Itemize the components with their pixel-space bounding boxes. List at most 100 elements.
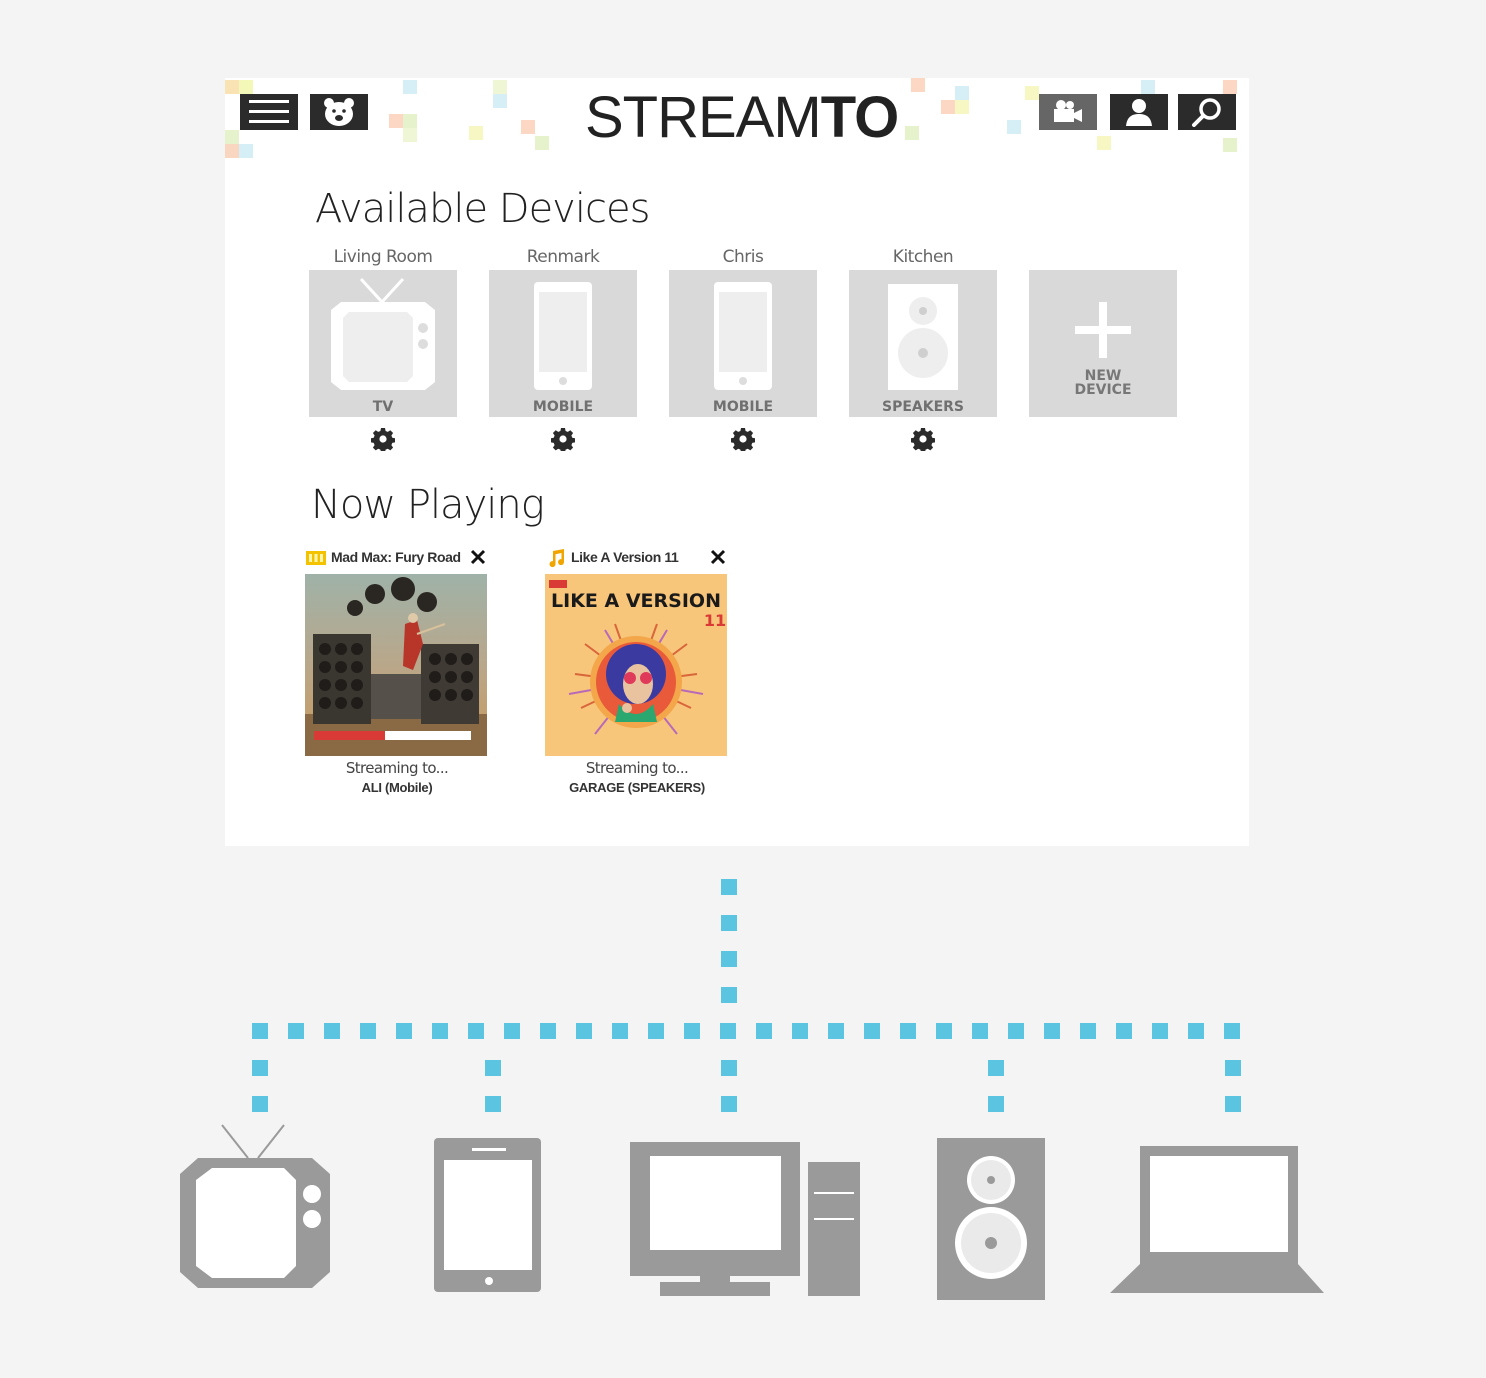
tv-icon	[331, 277, 435, 390]
connector-dot	[1080, 1023, 1096, 1039]
now-playing-title-text: Mad Max: Fury Road	[331, 549, 461, 565]
connector-dot	[988, 1096, 1004, 1112]
connector-dot	[540, 1023, 556, 1039]
music-note-icon	[549, 549, 565, 568]
gear-icon[interactable]	[551, 427, 575, 451]
connector-dot	[721, 1096, 737, 1112]
close-icon[interactable]	[707, 546, 729, 568]
device-type-label: SPEAKERS	[881, 399, 965, 415]
connector-dot	[828, 1023, 844, 1039]
connector-dot	[1188, 1023, 1204, 1039]
mad-max-poster[interactable]	[305, 574, 487, 756]
device-network-diagram	[180, 879, 1324, 1300]
device-tile-tv[interactable]: TV	[309, 270, 457, 417]
user-icon	[1126, 99, 1152, 126]
connector-dot	[576, 1023, 592, 1039]
connector-dot	[1116, 1023, 1132, 1039]
connector-dot	[1225, 1060, 1241, 1076]
connector-dot	[288, 1023, 304, 1039]
device-type-label: MOBILE	[712, 399, 774, 415]
streamto-app-window: STREAMTO Available Devices Living Room T…	[225, 78, 1249, 846]
tablet-icon	[434, 1138, 541, 1292]
device-living-room: Living Room TV	[309, 244, 457, 451]
film-icon	[306, 551, 326, 565]
device-name: Kitchen	[892, 247, 954, 267]
connector-dot	[936, 1023, 952, 1039]
now-playing-header: Mad Max: Fury Road	[305, 544, 489, 574]
connector-dot	[972, 1023, 988, 1039]
device-kitchen: Kitchen SPEAKERS	[849, 244, 997, 451]
search-icon	[1192, 98, 1221, 127]
streamto-logo: STREAMTO	[585, 85, 899, 150]
gear-icon[interactable]	[371, 427, 395, 451]
device-chris: Chris MOBILE	[669, 244, 817, 451]
connector-dot	[1152, 1023, 1168, 1039]
connector-dot	[1008, 1023, 1024, 1039]
connector-dot	[988, 1060, 1004, 1076]
new-device-label-line2: DEVICE	[1074, 382, 1132, 398]
connector-dot	[864, 1023, 880, 1039]
connector-dot	[1225, 1096, 1241, 1112]
laptop-icon	[1110, 1146, 1324, 1293]
video-camera-icon	[1054, 100, 1082, 122]
menu-icon	[249, 100, 289, 123]
new-device: NEW DEVICE	[1029, 244, 1177, 417]
connector-dot	[252, 1096, 268, 1112]
connector-dot	[721, 915, 737, 931]
new-device-label: NEW DEVICE	[1029, 369, 1177, 397]
streaming-target: ALI (Mobile)	[361, 780, 433, 795]
connector-dot	[756, 1023, 772, 1039]
profile-button[interactable]	[1110, 94, 1168, 130]
connector-dot	[720, 1023, 736, 1039]
album-art-number: 11	[704, 611, 726, 630]
gear-icon[interactable]	[731, 427, 755, 451]
device-name: Chris	[722, 247, 764, 267]
logo-light-text: STREAM	[585, 85, 822, 150]
gear-icon[interactable]	[911, 427, 935, 451]
streaming-to-label: Streaming to...	[345, 759, 449, 777]
like-a-version-album-art[interactable]: LIKE A VERSION 11	[545, 574, 727, 756]
connector-dot	[396, 1023, 412, 1039]
app-header: STREAMTO	[225, 78, 1249, 160]
desktop-computer-icon	[630, 1142, 860, 1296]
now-playing-header: Like A Version 11	[545, 544, 729, 574]
device-tile-mobile[interactable]: MOBILE	[489, 270, 637, 417]
playback-progress-fill	[314, 731, 385, 740]
connector-dot	[684, 1023, 700, 1039]
connector-dot	[360, 1023, 376, 1039]
playback-progress-bar[interactable]	[314, 731, 471, 740]
video-button[interactable]	[1039, 94, 1097, 130]
bear-button[interactable]	[310, 94, 368, 130]
connector-dot	[721, 987, 737, 1003]
connector-dot	[485, 1096, 501, 1112]
bear-icon	[324, 98, 354, 126]
connector-dot	[1224, 1023, 1240, 1039]
network-connector-dots	[252, 879, 1241, 1112]
connector-dot	[468, 1023, 484, 1039]
connector-dot	[721, 1060, 737, 1076]
device-tile-speakers[interactable]: SPEAKERS	[849, 270, 997, 417]
speaker-icon	[888, 284, 958, 390]
connector-dot	[485, 1060, 501, 1076]
device-tile-mobile[interactable]: MOBILE	[669, 270, 817, 417]
new-device-button[interactable]: NEW DEVICE	[1029, 270, 1177, 417]
connector-dot	[792, 1023, 808, 1039]
connector-dot	[1044, 1023, 1060, 1039]
connector-dot	[324, 1023, 340, 1039]
device-name: Living Room	[333, 247, 433, 267]
logo-bold-text: TO	[820, 85, 899, 150]
close-icon[interactable]	[467, 546, 489, 568]
menu-button[interactable]	[240, 94, 298, 130]
mobile-icon	[714, 282, 772, 390]
available-devices-title: Available Devices	[315, 186, 650, 232]
connector-dot	[504, 1023, 520, 1039]
device-type-label: TV	[372, 399, 394, 415]
streaming-target: GARAGE (SPEAKERS)	[569, 780, 705, 795]
connector-dot	[900, 1023, 916, 1039]
device-type-label: MOBILE	[532, 399, 594, 415]
tv-icon	[180, 1124, 330, 1288]
now-playing-card: Like A Version 11 LIKE A VERSION 11 Stre…	[545, 544, 729, 797]
connector-dot	[721, 951, 737, 967]
search-button[interactable]	[1178, 94, 1236, 130]
device-renmark: Renmark MOBILE	[489, 244, 637, 451]
